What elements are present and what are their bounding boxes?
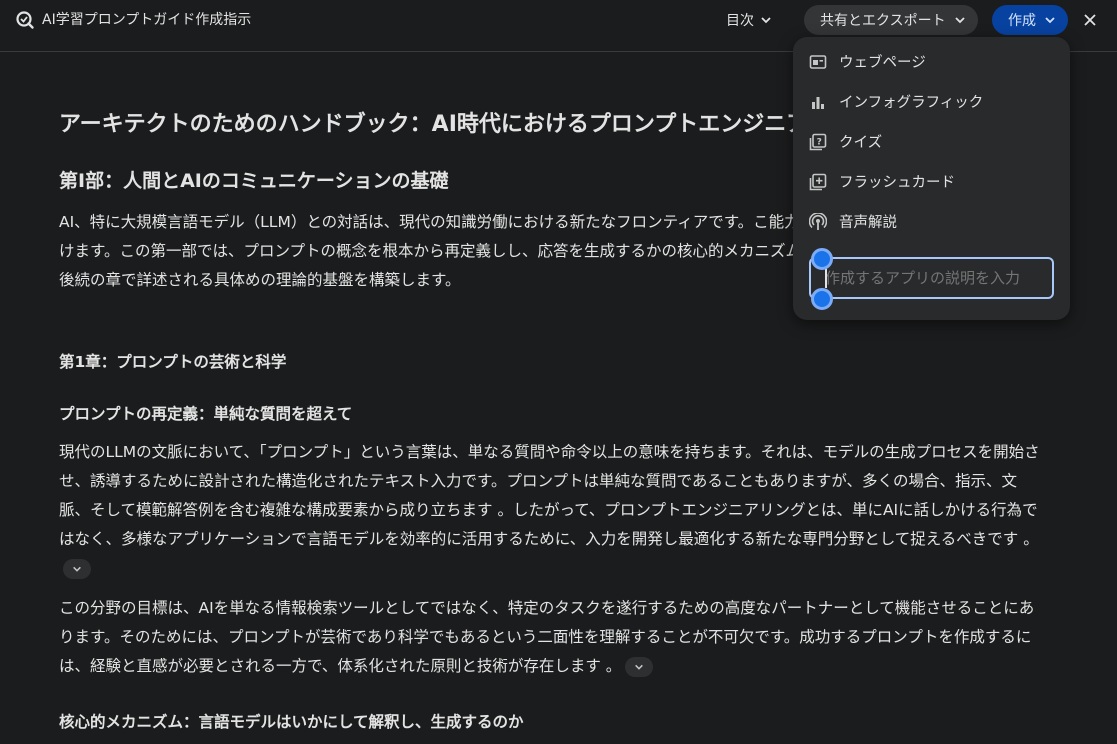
selection-handle-bottom[interactable]	[811, 288, 833, 310]
section1-heading: プロンプトの再定義：単純な質問を超えて	[59, 405, 353, 423]
menu-item-web-page[interactable]: ウェブページ	[793, 43, 1070, 83]
section1-para1: 現代のLLMの文脈において、「プロンプト」という言葉は、単なる質問や命令以上の意…	[59, 438, 1044, 583]
section1-para1-text: 現代のLLMの文脈において、「プロンプト」という言葉は、単なる質問や命令以上の意…	[59, 443, 1040, 548]
section1-para2-text: この分野の目標は、AIを単なる情報検索ツールとしてではなく、特定のタスクを遂行す…	[59, 599, 1035, 675]
menu-item-label: インフォグラフィック	[839, 95, 984, 111]
menu-item-label: クイズ	[839, 135, 883, 151]
web-page-icon	[809, 55, 827, 69]
source-expand-button[interactable]	[625, 656, 654, 677]
chevron-down-icon	[1045, 17, 1055, 24]
flashcard-icon	[809, 173, 827, 191]
create-label: 作成	[1008, 13, 1036, 29]
menu-item-infographic[interactable]: インフォグラフィック	[793, 83, 1070, 123]
section1-para2: この分野の目標は、AIを単なる情報検索ツールとしてではなく、特定のタスクを遂行す…	[59, 594, 1044, 681]
menu-item-label: フラッシュカード	[839, 175, 955, 191]
menu-item-flashcards[interactable]: フラッシュカード	[793, 163, 1070, 203]
section2-heading: 核心的メカニズム：言語モデルはいかにして解釈し、生成するのか	[59, 713, 524, 731]
create-dropdown-menu: ウェブページ インフォグラフィック ? クイズ フラッシュカード 音声解説	[793, 37, 1070, 320]
menu-item-quiz[interactable]: ? クイズ	[793, 123, 1070, 163]
menu-item-audio-overview[interactable]: 音声解説	[793, 203, 1070, 243]
close-icon	[1084, 14, 1096, 26]
canvas-doc-icon	[16, 11, 34, 29]
chevron-down-icon	[761, 17, 771, 24]
document-heading: アーキテクトのためのハンドブック：AI時代におけるプロンプトエンジニア	[59, 112, 809, 137]
document-title: AI学習プロンプトガイド作成指示	[42, 12, 252, 28]
chapter1-heading: 第1章：プロンプトの芸術と科学	[59, 353, 287, 371]
podcast-icon	[809, 213, 827, 230]
share-label: 共有とエクスポート	[820, 13, 946, 29]
chevron-down-icon	[954, 17, 965, 24]
source-expand-button[interactable]	[63, 558, 91, 579]
menu-item-label: 音声解説	[839, 215, 897, 231]
chevron-down-icon	[635, 664, 644, 670]
menu-item-label: ウェブページ	[839, 55, 926, 71]
toc-label: 目次	[726, 13, 754, 29]
text-cursor	[825, 268, 827, 288]
chevron-down-icon	[73, 566, 81, 572]
part1-heading: 第I部：人間とAIのコミュニケーションの基礎	[59, 170, 449, 192]
app-description-input[interactable]	[809, 257, 1054, 299]
svg-text:?: ?	[817, 138, 822, 148]
table-of-contents-button[interactable]: 目次	[718, 6, 780, 34]
close-button[interactable]	[1080, 8, 1100, 32]
bar-chart-icon	[812, 97, 824, 109]
create-button[interactable]: 作成	[992, 5, 1068, 35]
quiz-icon: ?	[809, 133, 827, 151]
share-export-button[interactable]: 共有とエクスポート	[804, 5, 978, 35]
selection-handle-top[interactable]	[811, 248, 833, 270]
